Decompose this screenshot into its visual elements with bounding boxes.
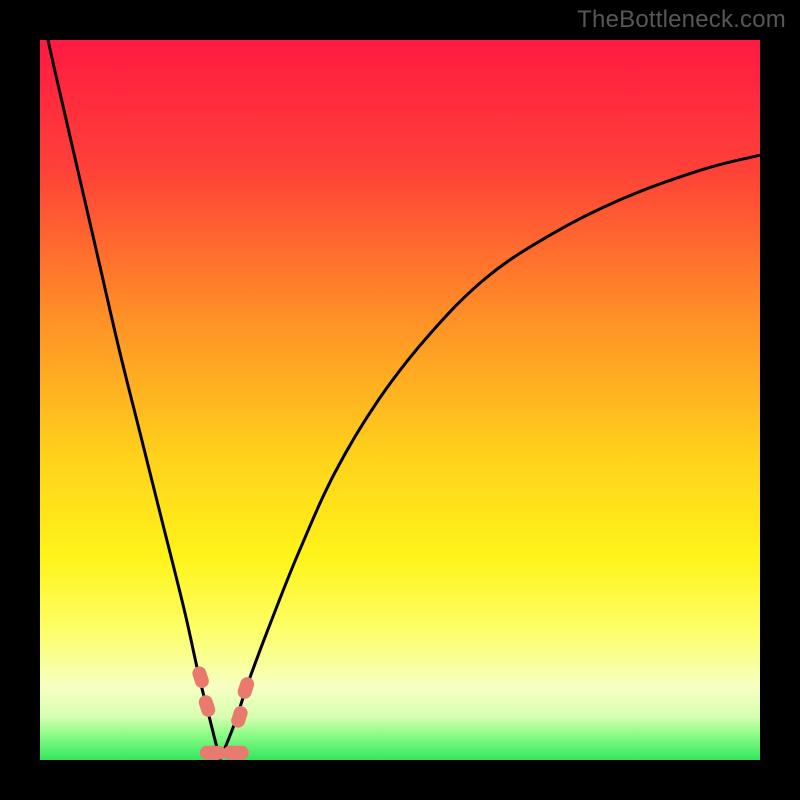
marker-left-cap-bottom [197,693,217,718]
curve-left-branch [40,4,220,760]
chart-frame: TheBottleneck.com [0,0,800,800]
marker-floor-right [223,746,249,760]
marker-left-cap-top [191,665,211,690]
plot-area [40,40,760,760]
marker-floor-left [200,746,226,760]
marker-right-cap-top [236,675,256,700]
marker-group [191,665,256,760]
curve-right-branch [220,155,760,760]
watermark-text: TheBottleneck.com [577,6,786,34]
chart-overlay [40,40,760,760]
